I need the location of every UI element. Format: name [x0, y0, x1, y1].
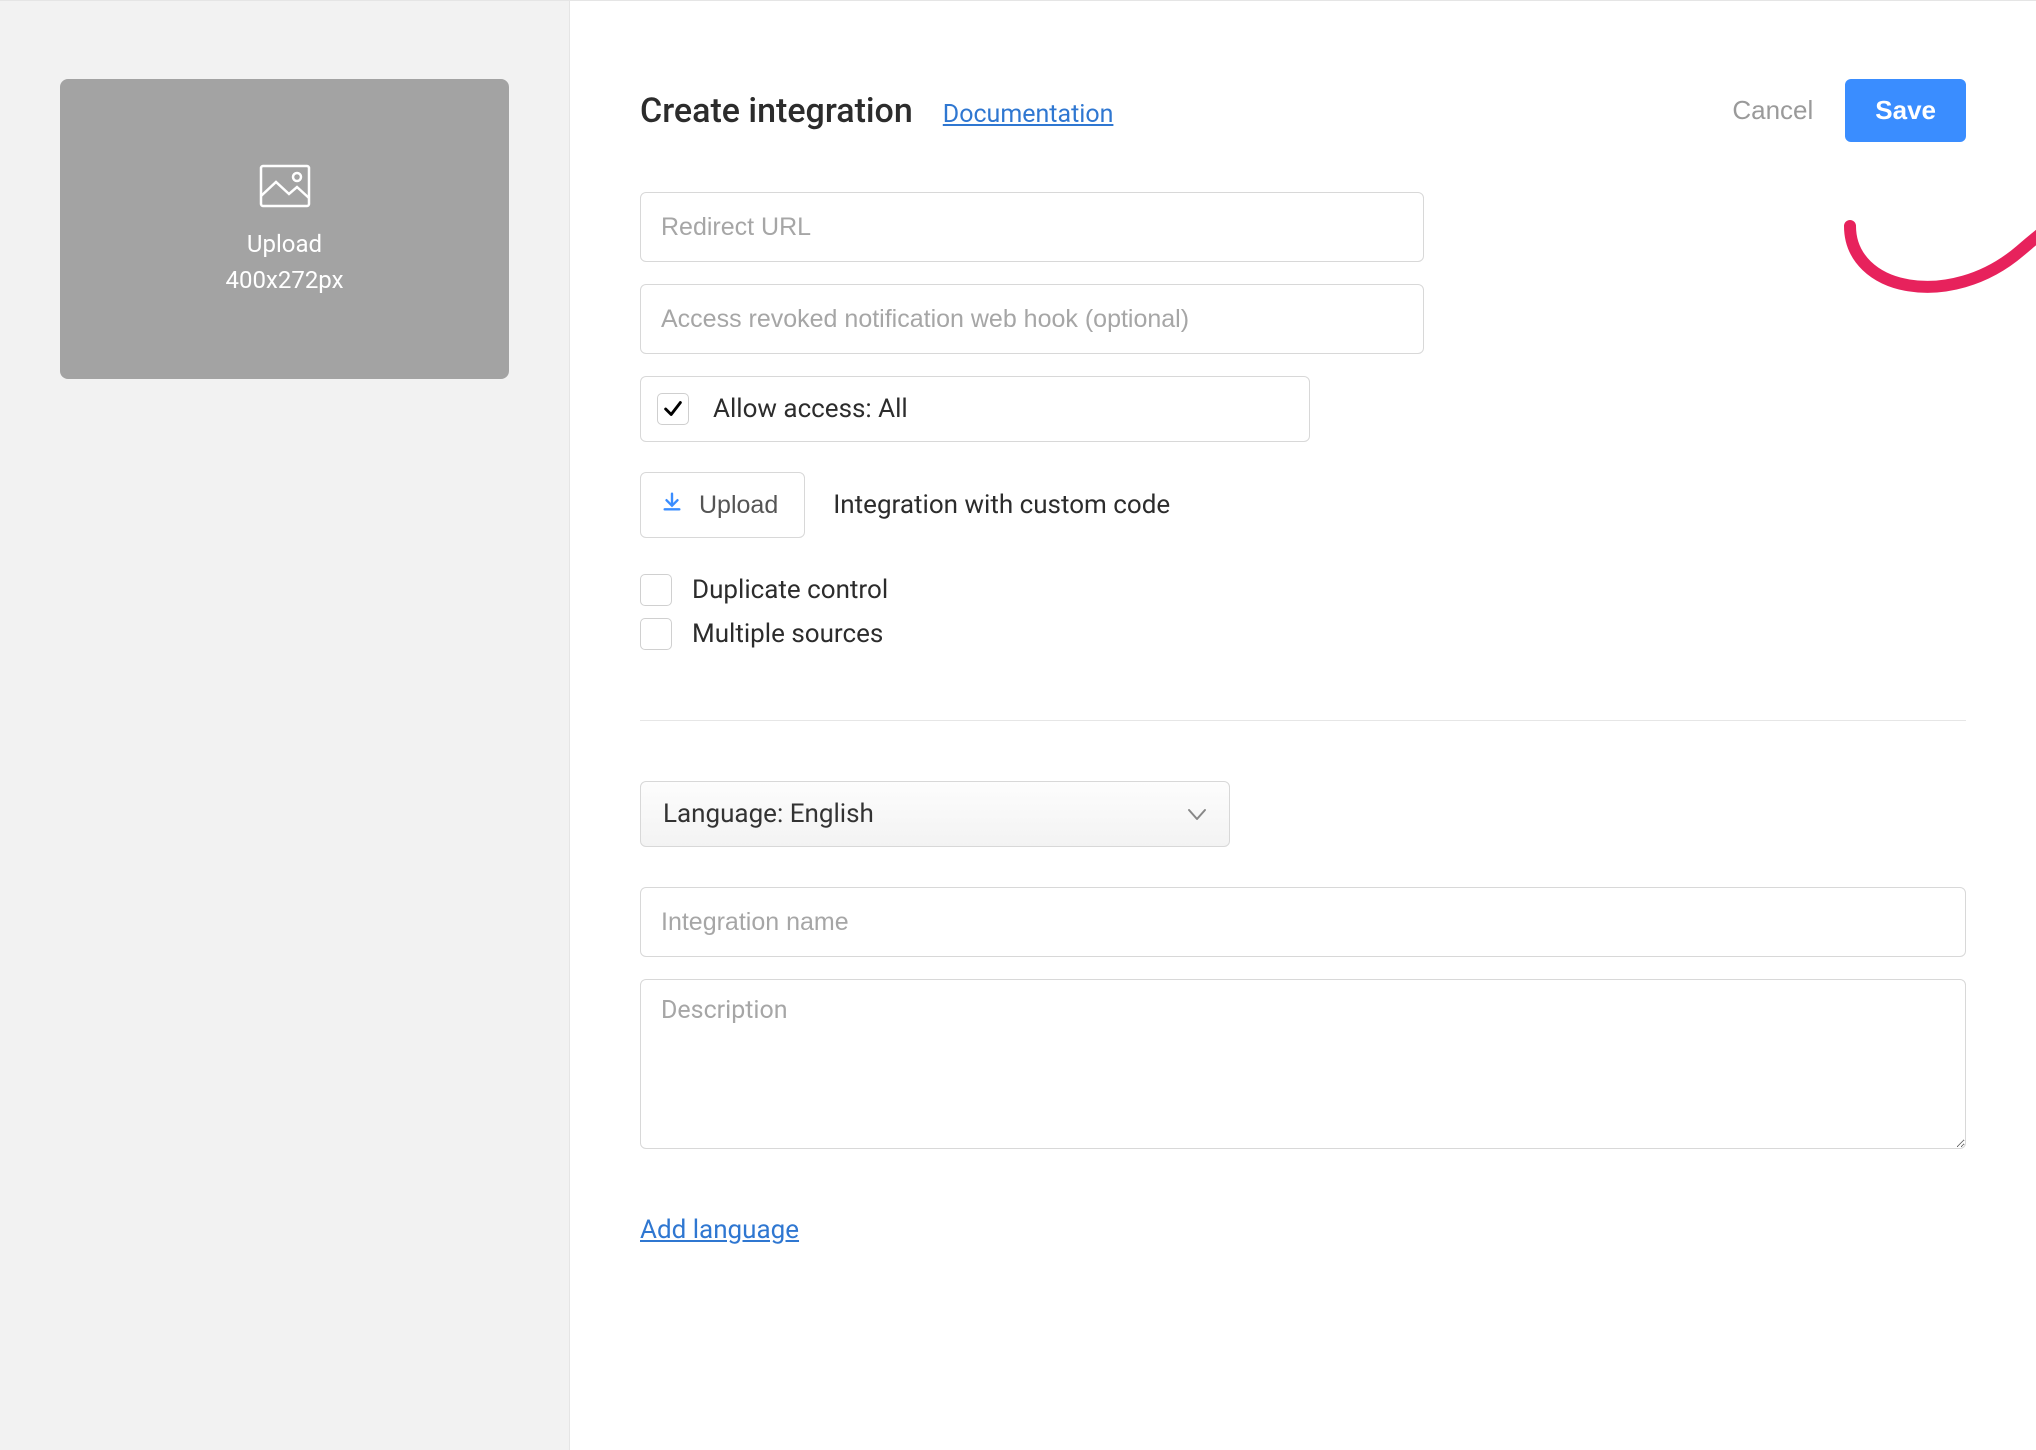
save-button[interactable]: Save: [1845, 79, 1966, 142]
app-root: Upload 400x272px Create integration Docu…: [0, 0, 2036, 1450]
check-icon: [662, 398, 684, 420]
redirect-url-group: [640, 192, 1966, 262]
upload-code-label: Upload: [699, 491, 778, 520]
allow-access-checkbox[interactable]: [657, 393, 689, 425]
allow-access-label: Allow access: All: [713, 394, 908, 424]
sidebar: Upload 400x272px: [0, 1, 570, 1450]
page-title: Create integration: [640, 91, 913, 131]
multiple-sources-checkbox[interactable]: [640, 618, 672, 650]
redirect-url-input[interactable]: [640, 192, 1424, 262]
chevron-down-icon: [1187, 799, 1207, 829]
section-divider: [640, 720, 1966, 721]
cancel-button[interactable]: Cancel: [1726, 85, 1819, 136]
header-right: Cancel Save: [1726, 79, 1966, 142]
download-icon: [661, 491, 683, 520]
duplicate-control-row[interactable]: Duplicate control: [640, 574, 1966, 606]
webhook-input[interactable]: [640, 284, 1424, 354]
upload-label: Upload: [247, 230, 322, 258]
header-row: Create integration Documentation Cancel …: [640, 79, 1966, 142]
webhook-group: [640, 284, 1966, 354]
language-select-label: Language: English: [663, 799, 874, 829]
multiple-sources-label: Multiple sources: [692, 619, 883, 649]
duplicate-control-checkbox[interactable]: [640, 574, 672, 606]
upload-code-button[interactable]: Upload: [640, 472, 805, 538]
documentation-link[interactable]: Documentation: [943, 100, 1114, 129]
header-left: Create integration Documentation: [640, 91, 1113, 131]
custom-code-row: Upload Integration with custom code: [640, 472, 1966, 538]
flags-group: Duplicate control Multiple sources: [640, 574, 1966, 650]
upload-code-desc: Integration with custom code: [833, 490, 1170, 520]
language-select[interactable]: Language: English: [640, 781, 1230, 847]
add-language-link[interactable]: Add language: [640, 1215, 799, 1245]
integration-name-input[interactable]: [640, 887, 1966, 957]
multiple-sources-row[interactable]: Multiple sources: [640, 618, 1966, 650]
main-content: Create integration Documentation Cancel …: [570, 1, 2036, 1450]
image-icon: [259, 164, 311, 214]
upload-hint: 400x272px: [225, 266, 343, 294]
duplicate-control-label: Duplicate control: [692, 575, 888, 605]
description-textarea[interactable]: [640, 979, 1966, 1149]
allow-access-row[interactable]: Allow access: All: [640, 376, 1310, 442]
image-upload-box[interactable]: Upload 400x272px: [60, 79, 509, 379]
